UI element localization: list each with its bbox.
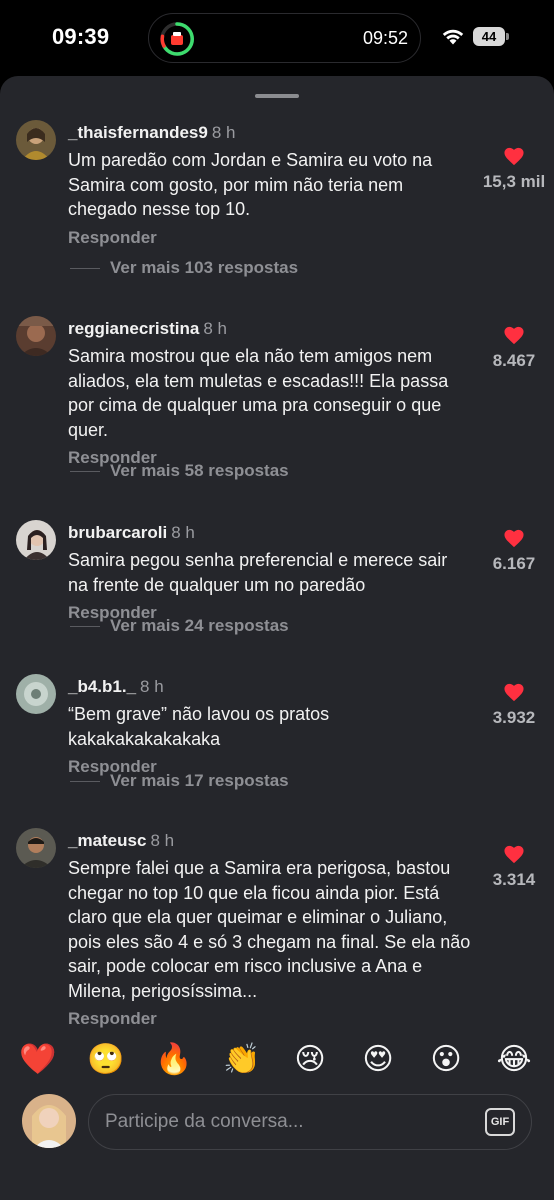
- wifi-icon: [442, 29, 464, 45]
- gif-button[interactable]: GIF: [485, 1108, 515, 1136]
- comment-time: 8 h: [211, 123, 236, 142]
- comment-username[interactable]: brubarcaroli: [68, 523, 167, 542]
- view-more-replies-label: Ver mais 58 respostas: [110, 461, 289, 480]
- like-control[interactable]: 15,3 mil: [474, 146, 554, 192]
- comment-username[interactable]: _b4.b1._: [68, 677, 136, 696]
- comment-input-placeholder: Participe da conversa...: [105, 1111, 304, 1132]
- comments-sheet: _thaisfernandes9 8 h Um paredão com Jorda…: [0, 76, 554, 1200]
- battery-indicator: 44: [473, 27, 509, 47]
- reaction-laughing-emoji[interactable]: 😂: [494, 1040, 534, 1080]
- heart-filled-icon[interactable]: [503, 682, 525, 702]
- quick-reactions-bar: ❤️ 🙄 🔥 👏 😢 😍 😮 😂: [0, 1040, 554, 1084]
- like-control[interactable]: 6.167: [474, 528, 554, 574]
- replies-divider: [70, 625, 100, 627]
- user-avatar[interactable]: [16, 316, 56, 356]
- sheet-grabber[interactable]: [255, 94, 299, 98]
- dynamic-island[interactable]: 09:52: [148, 13, 421, 63]
- reaction-heart-eyes-emoji[interactable]: 😍: [358, 1040, 398, 1080]
- like-control[interactable]: 8.467: [474, 325, 554, 371]
- comment-time: 8 h: [171, 523, 195, 542]
- like-count: 6.167: [492, 554, 536, 573]
- view-more-replies-label: Ver mais 24 respostas: [110, 616, 289, 635]
- comment-body: _thaisfernandes9 8 h Um paredão com Jorda…: [68, 122, 472, 248]
- battery-level: 44: [473, 27, 505, 46]
- replies-divider: [70, 780, 100, 782]
- heart-filled-icon[interactable]: [503, 844, 525, 864]
- heart-filled-icon[interactable]: [503, 528, 525, 548]
- comment-header: reggianecristina 8 h: [68, 318, 472, 340]
- timer-activity-icon: [160, 22, 194, 56]
- reaction-clap-emoji[interactable]: 👏: [222, 1040, 262, 1080]
- comment-header: _b4.b1._ 8 h: [68, 676, 472, 698]
- comment-username[interactable]: reggianecristina: [68, 319, 199, 338]
- reaction-eye-roll-emoji[interactable]: 🙄: [86, 1040, 126, 1080]
- comment-header: brubarcaroli 8 h: [68, 522, 472, 544]
- reply-button[interactable]: Responder: [68, 228, 157, 248]
- comment-item: _thaisfernandes9 8 h Um paredão com Jorda…: [0, 106, 554, 306]
- reaction-fire-emoji[interactable]: 🔥: [154, 1040, 194, 1080]
- comments-list[interactable]: _thaisfernandes9 8 h Um paredão com Jorda…: [0, 106, 554, 1030]
- replies-divider: [70, 470, 100, 472]
- comment-time: 8 h: [140, 677, 164, 696]
- comment-composer-area: ❤️ 🙄 🔥 👏 😢 😍 😮 😂 Participe da conversa..…: [0, 1030, 554, 1200]
- comment-body: _b4.b1._ 8 h “Bem grave” não lavou os pra…: [68, 676, 472, 777]
- comment-time: 8 h: [203, 319, 227, 338]
- comment-text: Samira pegou senha preferencial e merece…: [68, 550, 448, 595]
- reply-button[interactable]: Responder: [68, 1009, 157, 1029]
- like-count: 8.467: [492, 351, 536, 370]
- comment-text: Samira mostrou que ela não tem amigos ne…: [68, 346, 449, 440]
- view-more-replies[interactable]: Ver mais 103 respostas: [70, 258, 298, 278]
- comment-header: _mateusc 8 h: [68, 830, 472, 852]
- comment-username[interactable]: _mateusc: [68, 831, 146, 850]
- view-more-replies-label: Ver mais 103 respostas: [110, 258, 299, 277]
- view-more-replies[interactable]: Ver mais 17 respostas: [70, 771, 289, 791]
- status-bar: 09:39 09:52 44: [0, 0, 554, 76]
- like-count: 15,3 mil: [482, 172, 546, 191]
- view-more-replies[interactable]: Ver mais 24 respostas: [70, 616, 289, 636]
- comment-body: brubarcaroli 8 h Samira pegou senha prefe…: [68, 522, 472, 623]
- comment-input[interactable]: Participe da conversa... GIF: [88, 1094, 532, 1150]
- current-user-avatar: [22, 1094, 76, 1148]
- like-count: 3.932: [492, 708, 536, 727]
- like-control[interactable]: 3.314: [474, 844, 554, 890]
- heart-filled-icon[interactable]: [503, 325, 525, 345]
- user-avatar[interactable]: [16, 828, 56, 868]
- comment-item: brubarcaroli 8 h Samira pegou senha prefe…: [0, 506, 554, 661]
- reaction-surprised-emoji[interactable]: 😮: [426, 1040, 466, 1080]
- island-timer-text: 09:52: [362, 28, 408, 48]
- view-more-replies[interactable]: Ver mais 58 respostas: [70, 461, 289, 481]
- user-avatar[interactable]: [16, 120, 56, 160]
- status-clock: 09:39: [52, 24, 110, 49]
- heart-filled-icon[interactable]: [503, 146, 525, 166]
- like-count: 3.314: [492, 870, 536, 889]
- reaction-heart-emoji[interactable]: ❤️: [18, 1040, 58, 1080]
- comment-text: Sempre falei que a Samira era perigosa, …: [68, 858, 471, 1001]
- comment-item: reggianecristina 8 h Samira mostrou que e…: [0, 302, 554, 507]
- comment-item: _b4.b1._ 8 h “Bem grave” não lavou os pra…: [0, 660, 554, 815]
- user-avatar[interactable]: [16, 674, 56, 714]
- comment-body: _mateusc 8 h Sempre falei que a Samira er…: [68, 830, 472, 1029]
- user-avatar[interactable]: [16, 520, 56, 560]
- comment-header: _thaisfernandes9 8 h: [68, 122, 472, 144]
- comment-body: reggianecristina 8 h Samira mostrou que e…: [68, 318, 472, 468]
- view-more-replies-label: Ver mais 17 respostas: [110, 771, 289, 790]
- like-control[interactable]: 3.932: [474, 682, 554, 728]
- comment-text: “Bem grave” não lavou os pratos kakakaka…: [68, 704, 330, 749]
- replies-divider: [70, 267, 100, 269]
- reaction-crying-emoji[interactable]: 😢: [290, 1040, 330, 1080]
- comment-username[interactable]: _thaisfernandes9: [68, 123, 208, 142]
- comment-text: Um paredão com Jordan e Samira eu voto n…: [68, 150, 433, 219]
- battery-tip: [506, 33, 509, 40]
- comment-time: 8 h: [150, 831, 175, 850]
- comment-item: _mateusc 8 h Sempre falei que a Samira er…: [0, 814, 554, 1030]
